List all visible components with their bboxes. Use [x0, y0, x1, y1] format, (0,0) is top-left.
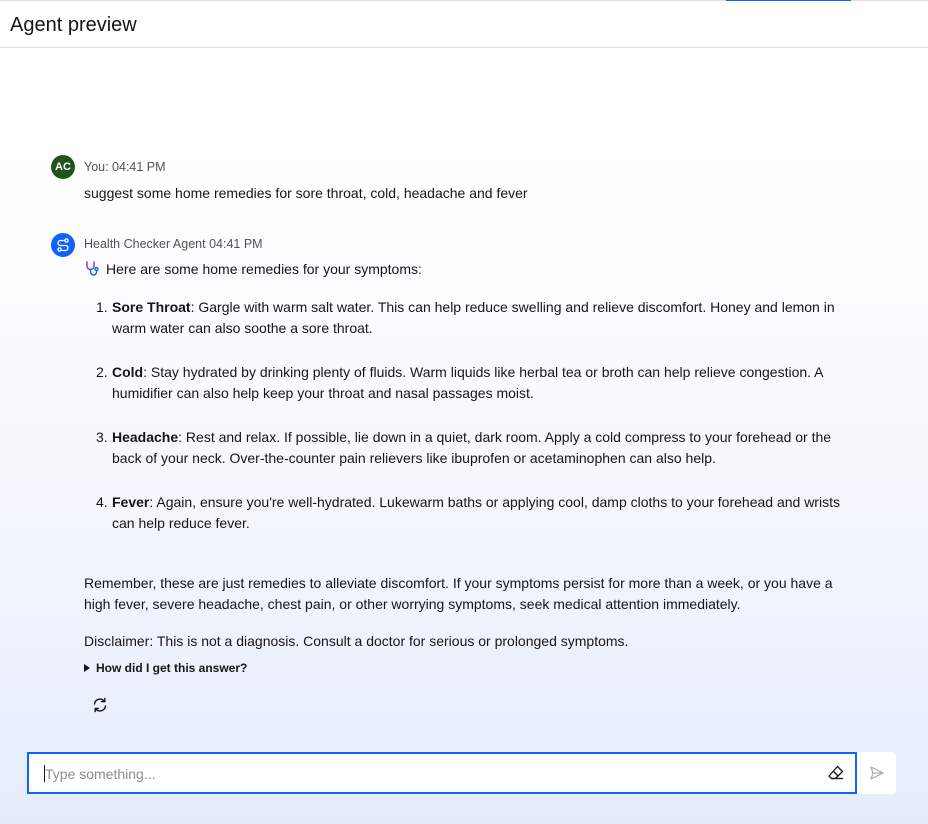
disclosure-triangle-icon: [84, 664, 90, 672]
message-input-container: [27, 752, 857, 794]
user-message-meta: You: 04:41 PM: [84, 160, 166, 174]
answer-details-toggle[interactable]: How did I get this answer?: [84, 661, 247, 675]
message-input[interactable]: [43, 754, 807, 794]
user-message-text: suggest some home remedies for sore thro…: [84, 185, 528, 201]
list-item-text: : Rest and relax. If possible, lie down …: [112, 429, 832, 466]
list-item: 2. Cold: Stay hydrated by drinking plenty…: [84, 362, 844, 404]
list-item-title: Headache: [112, 429, 179, 445]
list-item-number: 1.: [96, 299, 108, 315]
agent-intro-text: Here are some home remedies for your sym…: [106, 261, 422, 277]
disclaimer-paragraph: Disclaimer: This is not a diagnosis. Con…: [84, 633, 629, 649]
agent-avatar: [51, 233, 75, 257]
list-item: 1. Sore Throat: Gargle with warm salt wat…: [84, 297, 844, 339]
regenerate-icon[interactable]: [90, 695, 110, 715]
reminder-paragraph: Remember, these are just remedies to all…: [84, 575, 833, 612]
page-title: Agent preview: [10, 14, 137, 36]
agent-intro: Here are some home remedies for your sym…: [84, 260, 422, 278]
list-item-text: : Stay hydrated by drinking plenty of fl…: [112, 364, 823, 401]
list-item-number: 4.: [96, 494, 108, 510]
header: Agent preview: [0, 1, 928, 48]
agent-flow-icon: [57, 238, 69, 252]
list-item-title: Cold: [112, 364, 144, 380]
eraser-icon[interactable]: [827, 764, 845, 782]
agent-message-meta: Health Checker Agent 04:41 PM: [84, 237, 263, 251]
send-button[interactable]: [857, 752, 896, 794]
list-item: 4. Fever: Again, ensure you're well-hydra…: [84, 492, 844, 534]
list-item-text: : Again, ensure you're well-hydrated. Lu…: [112, 494, 840, 531]
answer-details-label: How did I get this answer?: [96, 661, 248, 675]
remedies-list: 1. Sore Throat: Gargle with warm salt wat…: [84, 297, 844, 557]
list-item-number: 3.: [96, 429, 108, 445]
user-avatar: AC: [51, 155, 75, 179]
stethoscope-icon: [86, 261, 99, 276]
list-item-text: : Gargle with warm salt water. This can …: [112, 299, 835, 336]
list-item-title: Fever: [112, 494, 150, 510]
send-icon: [869, 766, 884, 780]
list-item-title: Sore Throat: [112, 299, 191, 315]
list-item: 3. Headache: Rest and relax. If possible,…: [84, 427, 844, 469]
list-item-number: 2.: [96, 364, 108, 380]
